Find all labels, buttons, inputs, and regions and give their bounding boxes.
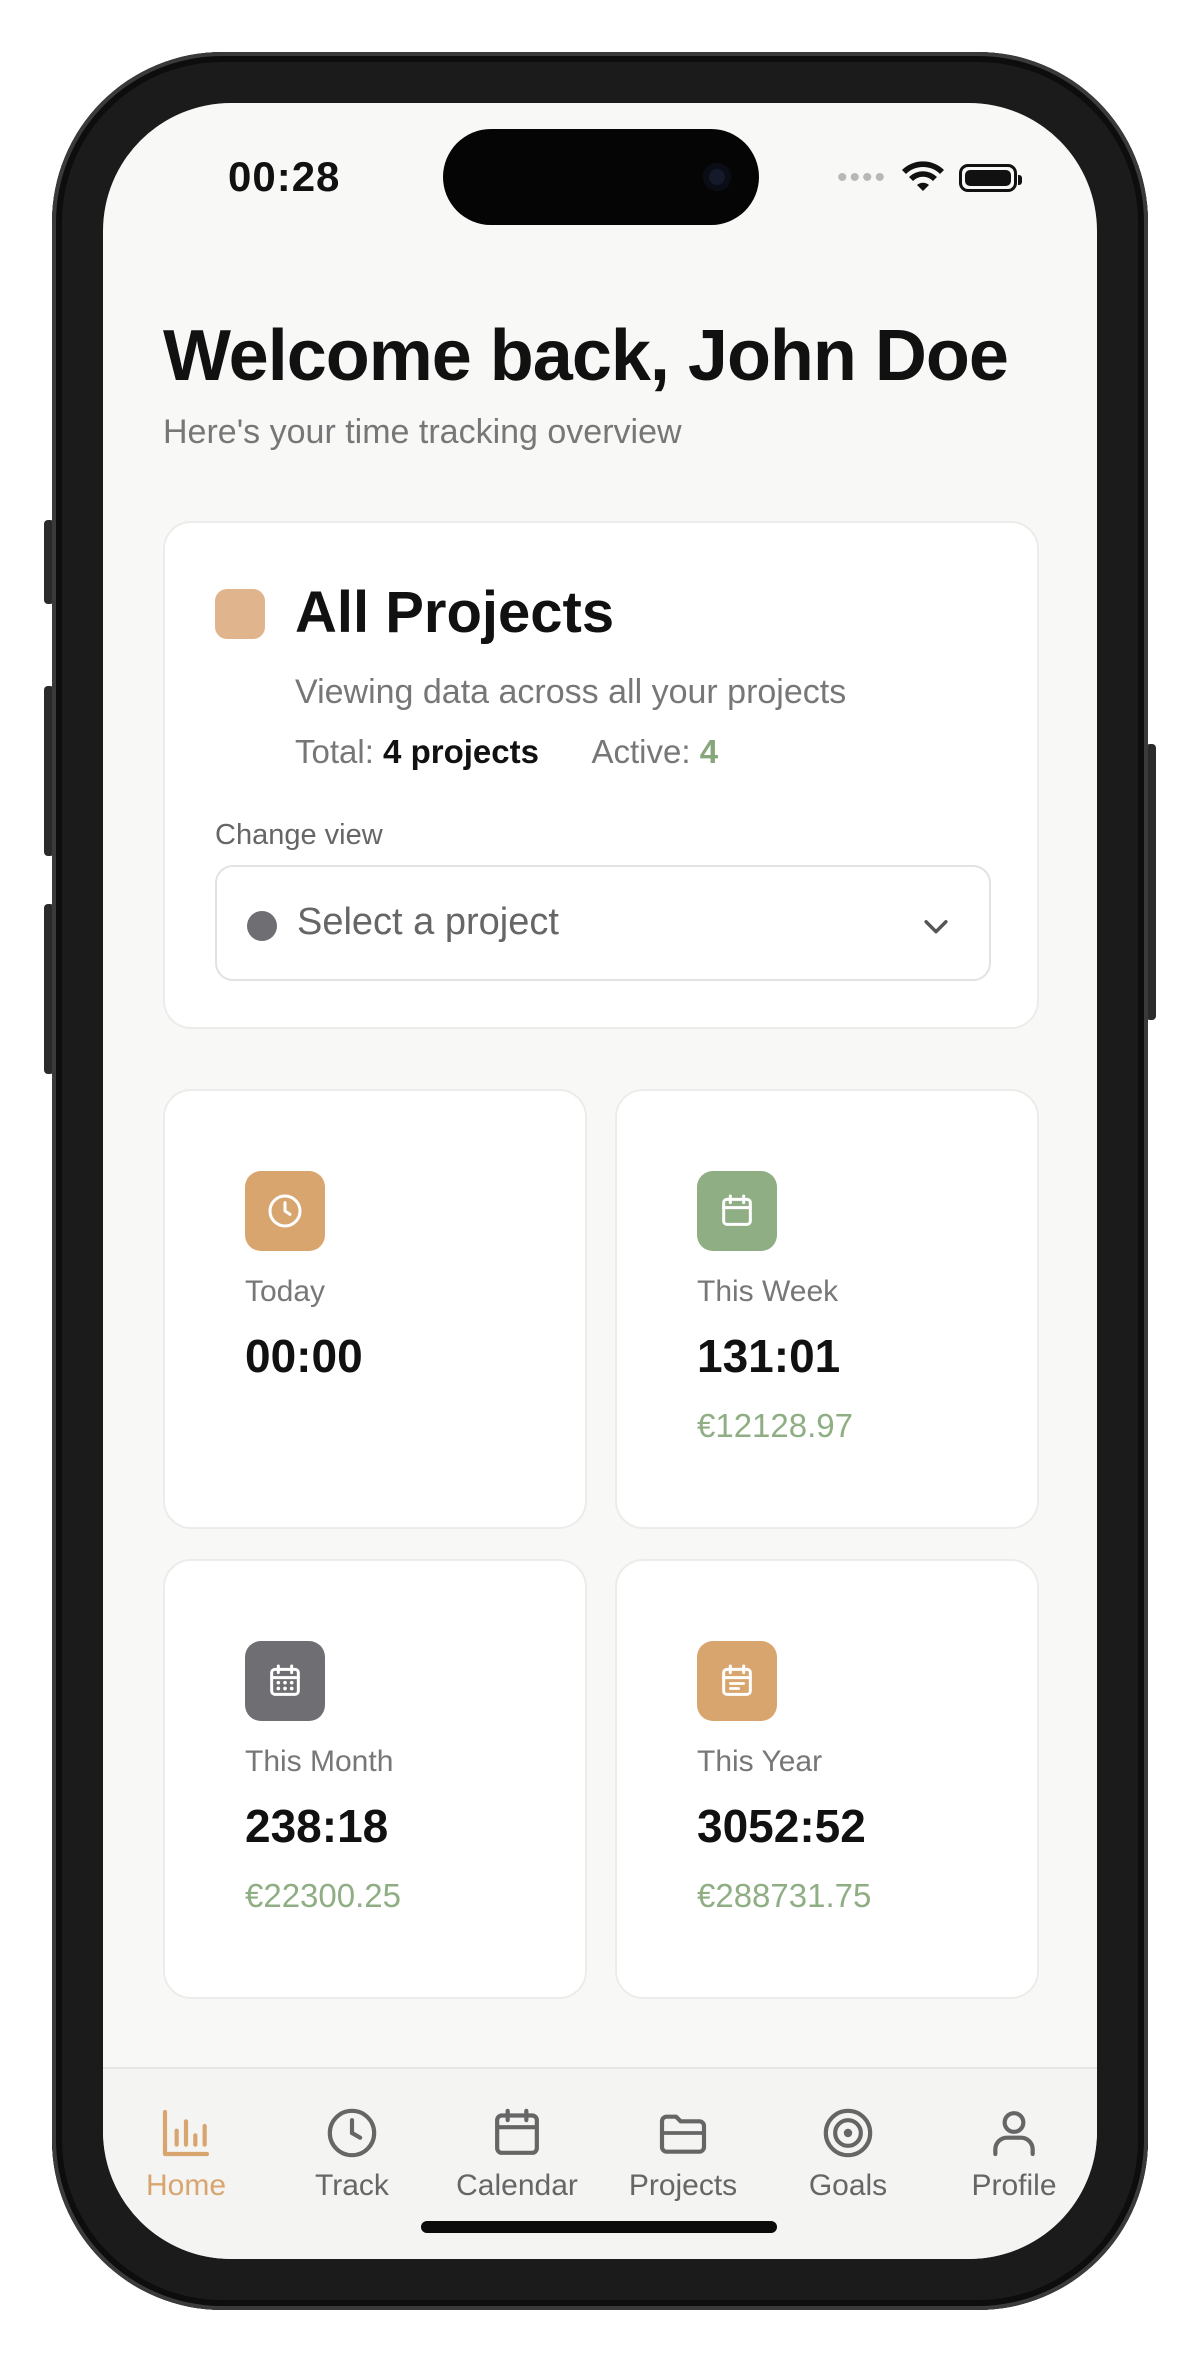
total-value: 4 projects	[383, 733, 539, 770]
stat-value: 131:01	[697, 1330, 841, 1382]
project-description: Viewing data across all your projects	[295, 673, 847, 711]
chevron-down-icon	[924, 920, 948, 934]
tab-projects[interactable]: Projects	[600, 2105, 766, 2203]
active-value: 4	[699, 733, 719, 770]
tab-label: Track	[315, 2169, 389, 2202]
stat-amount: €12128.97	[697, 1407, 853, 1444]
project-title: All Projects	[295, 580, 615, 645]
tab-calendar[interactable]: Calendar	[434, 2105, 600, 2203]
clock-icon	[327, 2108, 377, 2158]
project-stats: Total: 4 projects Active: 4	[295, 733, 718, 771]
tab-track[interactable]: Track	[269, 2105, 435, 2203]
stat-value: 3052:52	[697, 1800, 866, 1852]
app-screen: 00:28 •••• Welcome back, John Doe Here's…	[103, 103, 1097, 2259]
stat-card-month[interactable]: This Month 238:18 €22300.25	[163, 1559, 587, 1999]
tab-label: Goals	[808, 2169, 888, 2202]
stat-value: 238:18	[245, 1800, 389, 1852]
calendar-grid-icon	[245, 1641, 325, 1721]
project-select-placeholder: Select a project	[297, 901, 559, 943]
battery-icon	[959, 164, 1022, 192]
clock-icon	[245, 1171, 325, 1251]
calendar-list-icon	[697, 1641, 777, 1721]
total-label: Total:	[295, 733, 374, 770]
folder-icon	[659, 2114, 707, 2154]
project-overview-card: All Projects Viewing data across all you…	[163, 521, 1039, 1029]
status-icons: ••••	[836, 161, 1022, 195]
stat-label: Today	[245, 1275, 326, 1308]
stat-card-today[interactable]: Today 00:00	[163, 1089, 587, 1529]
page-subtitle: Here's your time tracking overview	[163, 413, 682, 451]
target-icon	[823, 2108, 873, 2158]
project-color-swatch	[215, 589, 265, 639]
tab-label: Home	[145, 2169, 227, 2202]
tab-label: Projects	[628, 2169, 738, 2202]
tab-profile[interactable]: Profile	[931, 2105, 1097, 2203]
project-select[interactable]: Select a project	[215, 865, 991, 981]
stat-card-week[interactable]: This Week 131:01 €12128.97	[615, 1089, 1039, 1529]
stat-label: This Month	[245, 1745, 394, 1778]
user-icon	[993, 2111, 1035, 2157]
change-view-label: Change view	[215, 819, 383, 851]
dynamic-island	[443, 129, 759, 225]
tab-label: Calendar	[456, 2169, 578, 2202]
home-indicator[interactable]	[421, 2221, 777, 2233]
stat-amount: €288731.75	[697, 1877, 872, 1914]
project-dot-icon	[247, 911, 277, 941]
page-title: Welcome back, John Doe	[163, 316, 1009, 396]
stat-label: This Year	[697, 1745, 823, 1778]
status-time: 00:28	[228, 153, 341, 200]
cellular-signal-icon: ••••	[836, 161, 887, 194]
stat-label: This Week	[697, 1275, 839, 1308]
bar-chart-icon	[162, 2109, 210, 2157]
active-label: Active:	[591, 733, 691, 770]
tab-goals[interactable]: Goals	[765, 2105, 931, 2203]
tab-label: Profile	[971, 2169, 1057, 2202]
calendar-icon	[495, 2108, 539, 2155]
tab-home[interactable]: Home	[103, 2105, 269, 2203]
wifi-icon	[902, 161, 944, 191]
calendar-icon	[697, 1171, 777, 1251]
stat-card-year[interactable]: This Year 3052:52 €288731.75	[615, 1559, 1039, 1999]
stat-value: 00:00	[245, 1330, 363, 1382]
stat-amount: €22300.25	[245, 1877, 401, 1914]
